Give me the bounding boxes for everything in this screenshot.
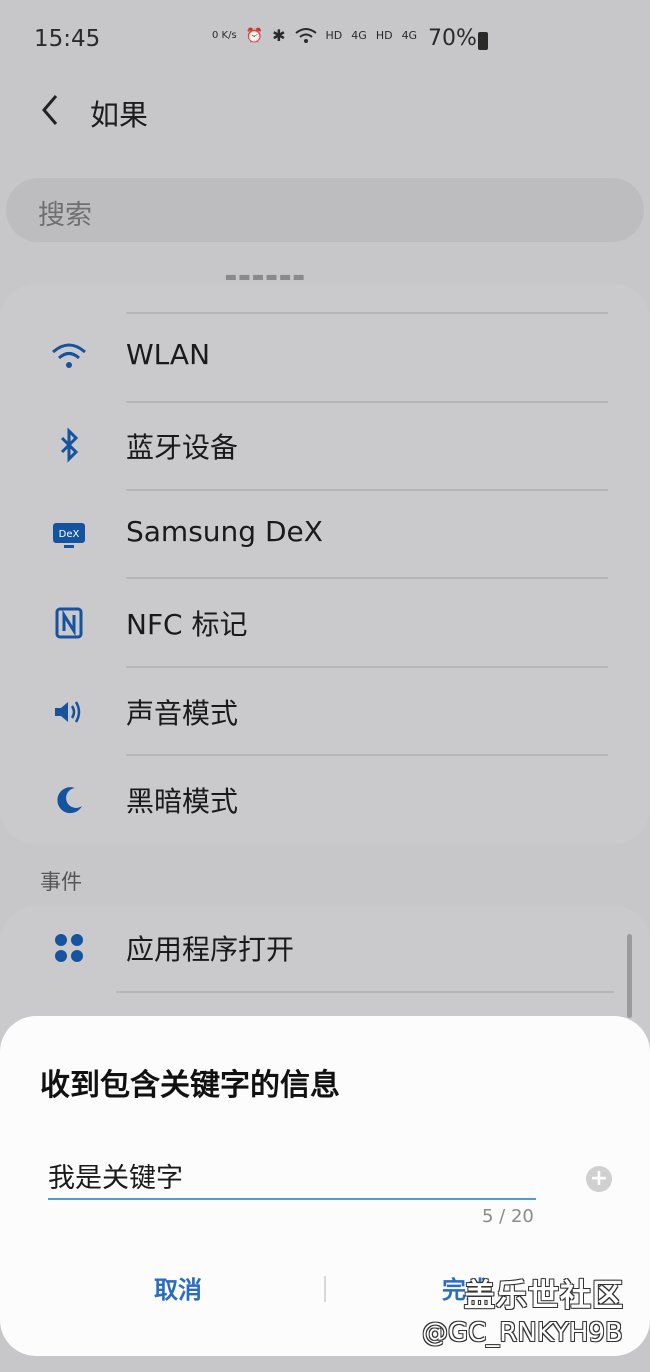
dex-icon: DeX (53, 523, 85, 548)
list-item-app-open[interactable]: 应用程序打开 (0, 904, 650, 992)
net-speed: 0 K/s (212, 30, 237, 41)
list-item-label: Samsung DeX (126, 515, 323, 548)
list-item-nfc[interactable]: NFC 标记 (0, 579, 650, 667)
bluetooth-icon (60, 428, 79, 463)
add-icon[interactable]: + (586, 1166, 612, 1192)
list-item-label: NFC 标记 (126, 608, 248, 641)
status-time: 15:45 (34, 26, 101, 52)
list-item-dark-mode[interactable]: 黑暗模式 (0, 756, 650, 844)
nfc-icon (55, 607, 83, 639)
app-header: 如果 (0, 78, 650, 142)
cancel-button[interactable]: 取消 (154, 1270, 202, 1305)
wifi-status-icon (294, 27, 317, 43)
back-arrow-icon[interactable] (36, 92, 66, 128)
list-item-label: 蓝牙设备 (126, 431, 239, 464)
search-bar[interactable]: 搜索 (6, 178, 644, 242)
signal-1: 4G (351, 29, 367, 42)
dialog-title: 收到包含关键字的信息 (40, 1068, 340, 1103)
status-icons: 0 K/s ⏰ ✱ HD 4G HD 4G (212, 26, 417, 45)
wifi-icon (52, 343, 86, 368)
list-item-label: WLAN (126, 338, 211, 371)
button-divider (324, 1276, 326, 1302)
speaker-icon (55, 701, 81, 723)
status-bar: 15:45 0 K/s ⏰ ✱ HD 4G HD 4G 70% (0, 18, 650, 62)
moon-icon (57, 787, 82, 814)
list-item-wlan[interactable]: WLAN (0, 314, 650, 402)
search-placeholder: 搜索 (38, 200, 92, 231)
list-item-label: 应用程序打开 (126, 933, 295, 966)
apps-icon (55, 934, 83, 962)
watermark-text: 盖乐世社区 (464, 1278, 624, 1314)
bluetooth-status-icon: ✱ (272, 26, 286, 45)
character-counter: 5 / 20 (482, 1206, 534, 1227)
alarm-icon: ⏰ (245, 27, 264, 44)
input-underline (48, 1198, 536, 1200)
list-item-bluetooth[interactable]: 蓝牙设备 (0, 402, 650, 490)
partial-section-label: ▪▪▪▪▪▪ (224, 266, 306, 280)
keyword-input[interactable] (48, 1152, 534, 1198)
watermark-handle: @GC_RNKYH9B (422, 1318, 623, 1348)
signal-2: 4G (401, 29, 418, 42)
svg-text:DeX: DeX (59, 529, 80, 540)
list-item-label: 黑暗模式 (126, 785, 239, 818)
battery-percent: 70% (428, 26, 477, 51)
page-title: 如果 (90, 98, 149, 132)
divider (116, 991, 614, 993)
list-item-label: 声音模式 (126, 697, 239, 730)
hd-label-1: HD (325, 29, 343, 42)
list-item-dex[interactable]: DeX Samsung DeX (0, 491, 650, 579)
list-item-sound-mode[interactable]: 声音模式 (0, 668, 650, 756)
hd-label-2: HD (375, 29, 393, 42)
section-title-events: 事件 (40, 870, 82, 894)
battery-icon (478, 32, 488, 50)
